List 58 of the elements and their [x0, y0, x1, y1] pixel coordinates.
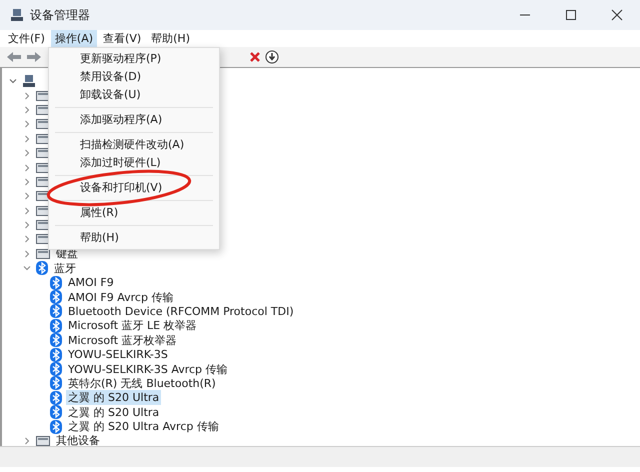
menu-item[interactable]: 添加过时硬件(L): [49, 154, 219, 172]
chevron-icon[interactable]: [22, 234, 32, 244]
tree-item[interactable]: 其他设备: [54, 433, 102, 448]
tree-item[interactable]: Microsoft 蓝牙 LE 枚举器: [66, 318, 199, 334]
bluetooth-icon: [50, 348, 62, 362]
menu-bar-item[interactable]: 查看(V): [99, 30, 146, 47]
tree-item[interactable]: Microsoft 蓝牙枚举器: [66, 332, 179, 348]
tree-item[interactable]: YOWU-SELKIRK-3S Avrcp 传输: [66, 362, 230, 377]
back-icon[interactable]: [6, 50, 22, 64]
bluetooth-icon: [50, 362, 62, 376]
bluetooth-icon: [50, 318, 62, 333]
chevron-icon[interactable]: [22, 220, 32, 230]
tree-item[interactable]: YOWU-SELKIRK-3S: [66, 348, 170, 362]
tree-item[interactable]: 蓝牙: [52, 260, 78, 276]
chevron-icon[interactable]: [22, 90, 32, 101]
chevron-icon[interactable]: [22, 162, 32, 173]
bluetooth-icon: [50, 420, 62, 434]
chevron-icon[interactable]: [22, 134, 32, 144]
menu-bar-item[interactable]: 文件(F): [4, 30, 49, 47]
chevron-icon[interactable]: [22, 176, 32, 187]
bluetooth-icon: [50, 276, 62, 290]
chevron-icon[interactable]: [22, 248, 32, 259]
chevron-icon[interactable]: [22, 191, 32, 202]
tree-item[interactable]: 英特尔(R) 无线 Bluetooth(R): [66, 376, 218, 391]
computer-icon: [22, 74, 36, 88]
x-icon[interactable]: [249, 51, 261, 63]
tree-item[interactable]: 之翼 的 S20 Ultra Avrcp 传输: [66, 419, 221, 434]
chevron-icon[interactable]: [22, 148, 32, 158]
tree-item[interactable]: AMOI F9 Avrcp 传输: [66, 290, 176, 305]
forward-icon[interactable]: [26, 50, 42, 64]
chevron-icon[interactable]: [22, 104, 32, 115]
computer-icon: [10, 8, 24, 22]
menu-item[interactable]: 禁用设备(D): [49, 68, 219, 86]
bluetooth-icon: [36, 261, 48, 276]
menu-bar-item[interactable]: 操作(A): [50, 30, 98, 47]
chevron-icon[interactable]: [22, 436, 32, 446]
tree-item[interactable]: AMOI F9: [66, 276, 116, 290]
bluetooth-icon: [50, 376, 62, 390]
tree-item[interactable]: 之翼 的 S20 Ultra: [66, 404, 162, 420]
menu-item[interactable]: 帮助(H): [49, 229, 219, 247]
bluetooth-icon: [50, 390, 62, 405]
menu-item[interactable]: 扫描检测硬件改动(A): [49, 136, 219, 154]
tree-item[interactable]: 之翼 的 S20 Ultra: [66, 390, 162, 406]
chevron-icon[interactable]: [22, 119, 32, 130]
download-icon[interactable]: [265, 50, 279, 64]
menu-item[interactable]: 添加驱动程序(A): [49, 111, 219, 129]
menu-item[interactable]: 卸载设备(U): [49, 86, 219, 104]
menu-bar-item[interactable]: 帮助(H): [147, 30, 194, 47]
menu-item[interactable]: 属性(R): [49, 204, 219, 222]
menu-item[interactable]: 设备和打印机(V): [49, 179, 219, 197]
window-title: 设备管理器: [30, 6, 90, 24]
bluetooth-icon: [50, 333, 62, 348]
bluetooth-icon: [50, 304, 62, 318]
tree-item[interactable]: Bluetooth Device (RFCOMM Protocol TDI): [66, 304, 296, 318]
bluetooth-icon: [50, 290, 62, 304]
bluetooth-icon: [50, 405, 62, 420]
chevron-icon[interactable]: [22, 206, 32, 216]
device-icon: [36, 434, 50, 447]
